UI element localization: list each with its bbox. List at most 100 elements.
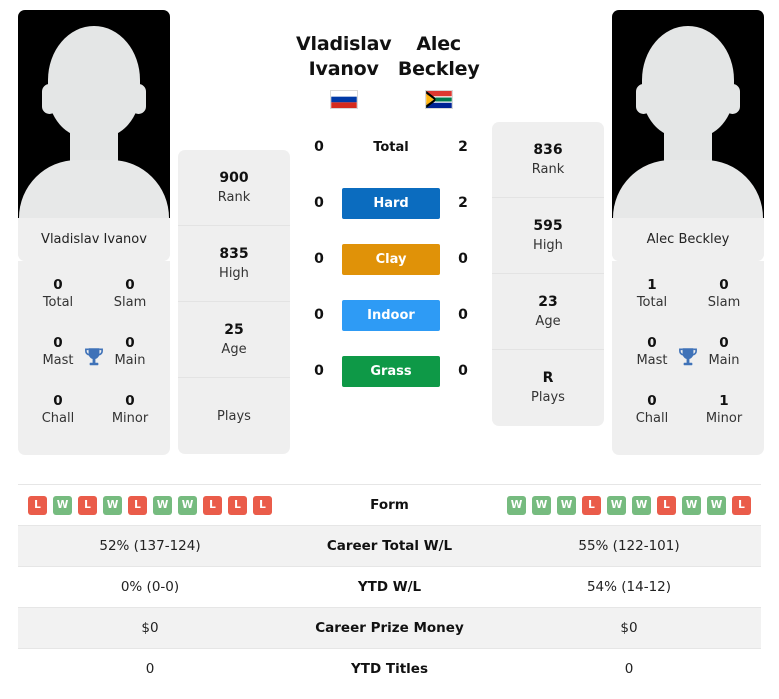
titles-slam-value: 0 [125,276,135,293]
right-titles-grid: 1 Total 0 Slam 0 Mast 0 Main 0 Chall 1 M… [612,261,764,455]
table-row-career-wl: 52% (137-124) Career Total W/L 55% (122-… [18,525,761,567]
avatar-ear-right [725,84,740,114]
left-age-value: 25 [224,321,244,338]
titles-row-chall-minor: 0 Chall 1 Minor [612,381,764,439]
titles-total-cell: 0 Total [34,277,82,312]
surface-label-clay[interactable]: Clay [342,243,440,275]
titles-mast-cell: 0 Mast [34,335,82,370]
left-rank-label: Rank [217,189,251,205]
form-badge-l: L [203,495,222,515]
right-stats-card: 836 Rank 595 High 23 Age R Plays [492,122,604,426]
table-row-ytd-titles: 0 YTD Titles 0 [18,648,761,690]
form-badge-l: L [253,495,272,515]
titles-row-total-slam: 1 Total 0 Slam [612,265,764,323]
right-plays-value: R [542,370,554,386]
surface-label-hard[interactable]: Hard [342,187,440,219]
left-form-strip: LWLWLWWLLL [26,495,274,515]
surface-right-score: 2 [458,195,468,211]
titles-total-label: Total [636,294,668,310]
form-badge-l: L [78,495,97,515]
trophy-icon [679,348,697,366]
titles-total-value: 0 [53,276,63,293]
left-career-wl: 52% (137-124) [18,525,282,567]
titles-minor-cell: 1 Minor [700,393,748,428]
left-ytd-titles: 0 [18,648,282,690]
titles-main-label: Main [708,352,740,368]
south-africa-flag-icon [424,90,453,109]
form-badge-w: W [632,495,651,515]
left-stats-card: 900 Rank 835 High 25 Age Plays [178,150,290,454]
left-player-avatar-column: Vladislav Ivanov 0 Total 0 Slam 0 Mast 0… [18,10,170,455]
form-badge-l: L [128,495,147,515]
left-high-value: 835 [219,245,249,262]
titles-total-cell: 1 Total [628,277,676,312]
titles-minor-value: 0 [125,392,135,409]
right-avatar-card[interactable]: Alec Beckley [612,10,764,261]
row-label-career-wl: Career Total W/L [282,525,497,567]
right-player-stats-column: 836 Rank 595 High 23 Age R Plays [492,10,612,426]
row-label-form: Form [282,484,497,526]
titles-chall-value: 0 [53,392,63,409]
right-high-label: High [533,237,563,253]
titles-row-total-slam: 0 Total 0 Slam [18,265,170,323]
avatar-ear-left [636,84,651,114]
avatar-shoulders [19,160,169,218]
surface-label-indoor[interactable]: Indoor [342,299,440,331]
surface-right-score: 0 [458,307,468,323]
titles-chall-label: Chall [41,410,75,426]
right-player-name-label: Alec Beckley [612,218,764,261]
titles-total-value: 1 [647,276,657,293]
left-avatar-card[interactable]: Vladislav Ivanov [18,10,170,261]
surface-left-score: 0 [314,363,324,379]
surface-row: 0 Total 2 [296,119,486,175]
surface-label: Total [373,139,409,155]
trophy-icon [85,348,103,366]
titles-mast-value: 0 [53,334,63,351]
comparison-table: LWLWLWWLLL Form WWWLWWLWWL 52% (137-124)… [18,484,761,690]
right-rank-value: 836 [533,141,563,158]
titles-chall-label: Chall [635,410,669,426]
titles-main-label: Main [114,352,146,368]
left-form-cell: LWLWLWWLLL [18,484,282,526]
titles-minor-label: Minor [705,410,743,426]
titles-mast-value: 0 [647,334,657,351]
form-badge-l: L [228,495,247,515]
titles-chall-cell: 0 Chall [628,393,676,428]
form-badge-w: W [557,495,576,515]
surface-label-grass[interactable]: Grass [342,355,440,387]
surface-row: 0 Indoor 0 [296,287,486,343]
titles-chall-cell: 0 Chall [34,393,82,428]
left-plays-label: Plays [217,408,251,424]
left-high-label: High [219,265,249,281]
avatar-shoulders [613,160,763,218]
form-badge-l: L [732,495,751,515]
surface-right-score: 2 [458,139,468,155]
titles-slam-cell: 0 Slam [106,277,154,312]
titles-row-mast-main: 0 Mast 0 Main [612,323,764,381]
surface-row: 0 Grass 0 [296,343,486,399]
table-row-career-prize: $0 Career Prize Money $0 [18,607,761,649]
left-age-cell: 25 Age [178,302,290,378]
left-high-cell: 835 High [178,226,290,302]
left-player-name-label: Vladislav Ivanov [18,218,170,261]
titles-chall-value: 0 [647,392,657,409]
form-badge-w: W [178,495,197,515]
left-ytd-wl: 0% (0-0) [18,566,282,608]
titles-main-value: 0 [125,334,135,351]
right-form-cell: WWWLWWLWWL [497,484,761,526]
titles-slam-cell: 0 Slam [700,277,748,312]
row-label-ytd-wl: YTD W/L [282,566,497,608]
form-badge-w: W [53,495,72,515]
form-badge-w: W [532,495,551,515]
right-rank-cell: 836 Rank [492,122,604,198]
left-player-header: Vladislav Ivanov [296,10,392,109]
form-badge-w: W [682,495,701,515]
form-badge-w: W [607,495,626,515]
form-badge-l: L [657,495,676,515]
table-row-form: LWLWLWWLLL Form WWWLWWLWWL [18,484,761,526]
avatar-ear-right [131,84,146,114]
table-row-ytd-wl: 0% (0-0) YTD W/L 54% (14-12) [18,566,761,608]
titles-minor-cell: 0 Minor [106,393,154,428]
titles-row-mast-main: 0 Mast 0 Main [18,323,170,381]
titles-slam-label: Slam [113,294,147,310]
